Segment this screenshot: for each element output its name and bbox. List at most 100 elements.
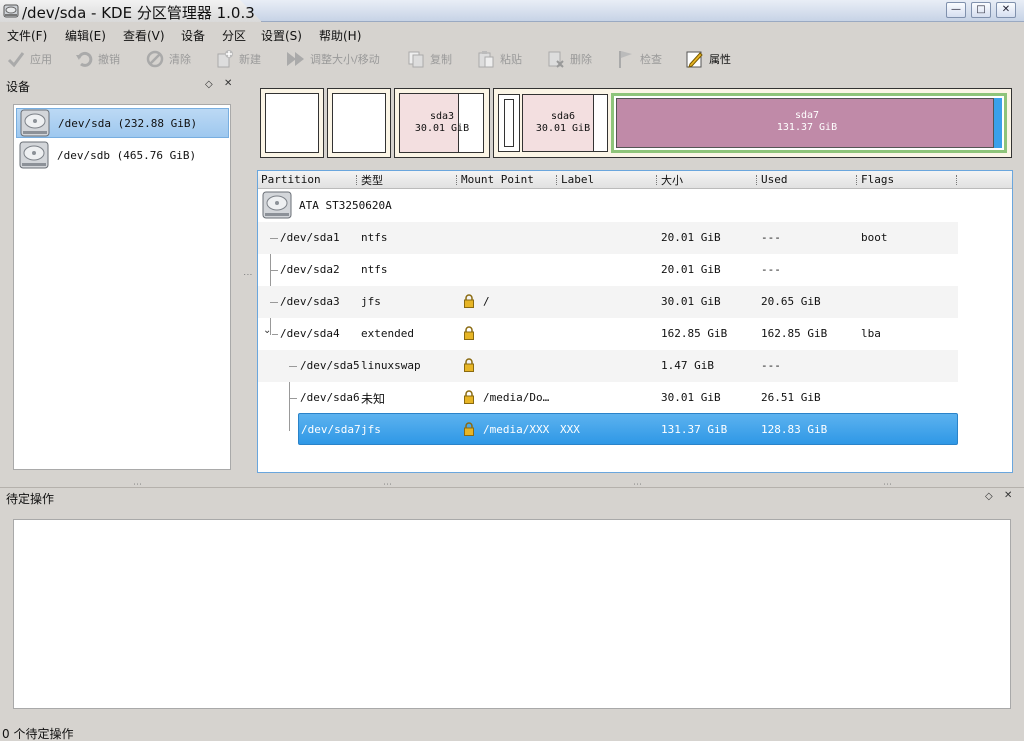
table-row[interactable]: /dev/sda3 jfs / 30.01 GiB 20.65 GiB <box>258 286 958 318</box>
check-label: 检查 <box>640 53 662 66</box>
close-window-button[interactable]: ✕ <box>996 2 1016 18</box>
col-type[interactable]: 类型 <box>361 172 383 188</box>
resize-icon <box>286 49 306 69</box>
disk-model: ATA ST3250620A <box>299 199 392 212</box>
float-icon[interactable]: ◇ <box>205 79 213 90</box>
partition-used: --- <box>761 231 781 244</box>
partition-flags: lba <box>861 327 881 340</box>
table-row[interactable]: ⌄ /dev/sda4 extended 162.85 GiB 162.85 G… <box>258 318 958 350</box>
dock-grip[interactable]: ⋯ <box>883 480 893 490</box>
menu-partition[interactable]: 分区 <box>222 27 246 44</box>
partition-type: ntfs <box>361 231 388 244</box>
menu-help[interactable]: 帮助(H) <box>319 27 361 44</box>
apply-label: 应用 <box>30 53 52 66</box>
float-icon[interactable]: ◇ <box>985 491 993 502</box>
splitter-grip[interactable]: ⋮ <box>242 270 252 280</box>
check-button[interactable]: 检查 <box>616 48 662 70</box>
lock-icon <box>464 294 474 308</box>
close-icon[interactable]: ✕ <box>1004 490 1012 501</box>
dock-grip[interactable]: ⋯ <box>633 480 643 490</box>
menu-device[interactable]: 设备 <box>181 27 205 44</box>
partition-label: XXX <box>560 423 580 436</box>
table-row[interactable]: /dev/sda1 ntfs 20.01 GiB --- boot <box>258 222 958 254</box>
table-row[interactable]: /dev/sda2 ntfs 20.01 GiB --- <box>258 254 958 286</box>
table-row-selected[interactable]: /dev/sda7 jfs /media/XXX XXX 131.37 GiB … <box>298 413 958 445</box>
apply-button[interactable]: 应用 <box>6 48 52 70</box>
menu-settings[interactable]: 设置(S) <box>261 27 302 44</box>
partition-block-sda6[interactable]: sda6 30.01 GiB <box>522 94 608 152</box>
partition-name: /dev/sda4 <box>280 327 340 340</box>
partition-type: jfs <box>361 295 381 308</box>
delete-label: 删除 <box>570 53 592 66</box>
close-icon[interactable]: ✕ <box>224 78 232 89</box>
delete-button[interactable]: 删除 <box>546 48 592 70</box>
dock-grip[interactable]: ⋯ <box>383 480 393 490</box>
col-size[interactable]: 大小 <box>661 172 683 188</box>
partition-size: 162.85 GiB <box>661 327 728 340</box>
partition-size: 1.47 GiB <box>661 359 714 372</box>
col-used[interactable]: Used <box>761 173 788 186</box>
devices-dock-title: 设备 <box>6 80 31 94</box>
device-label-sda: /dev/sda (232.88 GiB) <box>58 116 198 130</box>
hard-disk-icon <box>20 109 50 137</box>
disk-row[interactable]: ATA ST3250620A <box>258 190 958 222</box>
copy-button[interactable]: 复制 <box>406 48 452 70</box>
partition-flags: boot <box>861 231 888 244</box>
col-partition[interactable]: Partition <box>261 173 321 186</box>
sda3-graph-name: sda3 <box>429 111 455 122</box>
menu-file[interactable]: 文件(F) <box>7 27 47 44</box>
copy-label: 复制 <box>430 53 452 66</box>
hard-disk-icon <box>262 191 292 219</box>
resize-button[interactable]: 调整大小/移动 <box>286 48 380 70</box>
new-icon <box>215 49 235 69</box>
sda3-graph-size: 30.01 GiB <box>414 123 470 134</box>
title-bar: /dev/sda - KDE 分区管理器 1.0.3 — □ ✕ <box>0 0 1024 22</box>
partition-name: /dev/sda6 <box>300 391 360 404</box>
partition-used: 20.65 GiB <box>761 295 821 308</box>
dock-grip[interactable]: ⋯ <box>133 480 143 490</box>
partition-block-sda3[interactable]: sda3 30.01 GiB <box>394 88 490 158</box>
partition-mount: /media/XXX <box>483 423 550 436</box>
menu-view[interactable]: 查看(V) <box>123 27 165 44</box>
minimize-button[interactable]: — <box>946 2 966 18</box>
table-row[interactable]: /dev/sda5 linuxswap 1.47 GiB --- <box>258 350 958 382</box>
device-label-sdb: /dev/sdb (465.76 GiB) <box>57 148 197 162</box>
new-label: 新建 <box>239 53 261 66</box>
new-button[interactable]: 新建 <box>215 48 261 70</box>
chevron-down-icon[interactable]: ⌄ <box>263 325 271 336</box>
clear-button[interactable]: 清除 <box>145 48 191 70</box>
divider <box>0 487 1024 488</box>
partition-used: 128.83 GiB <box>761 423 828 436</box>
partition-graph: sda3 30.01 GiB sda6 30.01 GiB sda7 131.3… <box>260 88 1012 158</box>
col-flags[interactable]: Flags <box>861 173 894 186</box>
partition-used: --- <box>761 263 781 276</box>
table-row[interactable]: /dev/sda6 未知 /media/Do… 30.01 GiB 26.51 … <box>258 382 958 414</box>
undo-icon <box>74 49 94 69</box>
partition-block-sda5[interactable] <box>498 94 520 152</box>
properties-icon <box>685 49 705 69</box>
col-label[interactable]: Label <box>561 173 594 186</box>
menu-edit[interactable]: 编辑(E) <box>65 27 106 44</box>
sda6-graph-name: sda6 <box>550 111 576 122</box>
sda6-graph-size: 30.01 GiB <box>535 123 591 134</box>
copy-icon <box>406 49 426 69</box>
partition-block-sda1[interactable] <box>260 88 324 158</box>
paste-button[interactable]: 粘贴 <box>476 48 522 70</box>
device-item-sda[interactable]: /dev/sda (232.88 GiB) <box>16 108 229 138</box>
properties-button[interactable]: 属性 <box>685 48 731 70</box>
hard-disk-icon <box>19 141 49 169</box>
partition-type: linuxswap <box>361 359 421 372</box>
lock-icon <box>464 422 474 436</box>
partition-size: 131.37 GiB <box>661 423 728 436</box>
maximize-button[interactable]: □ <box>971 2 991 18</box>
device-item-sdb[interactable]: /dev/sdb (465.76 GiB) <box>16 140 229 170</box>
partition-size: 30.01 GiB <box>661 391 721 404</box>
undo-button[interactable]: 撤销 <box>74 48 120 70</box>
partition-type: extended <box>361 327 414 340</box>
partition-block-sda4-extended[interactable]: sda6 30.01 GiB sda7 131.37 GiB <box>493 88 1012 158</box>
col-mount-point[interactable]: Mount Point <box>461 173 534 186</box>
partition-block-sda7[interactable]: sda7 131.37 GiB <box>611 93 1007 153</box>
status-bar: 0 个待定操作 <box>0 724 1024 741</box>
partition-block-sda2[interactable] <box>327 88 391 158</box>
paste-icon <box>476 49 496 69</box>
